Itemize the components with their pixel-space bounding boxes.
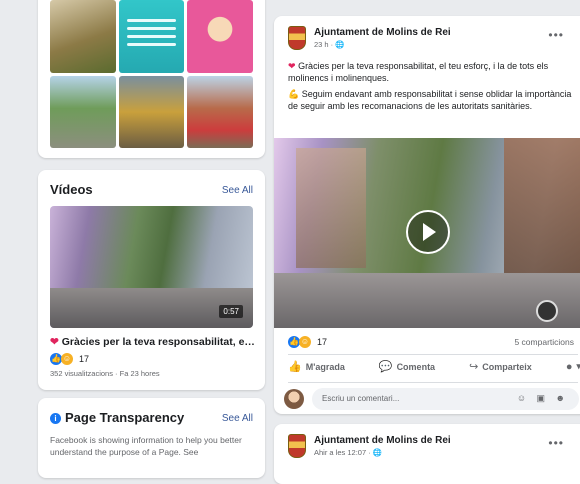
video-caption[interactable]: ❤ Gràcies per la teva responsabilitat, e… [50,336,255,348]
heart-icon: ❤ [50,336,59,348]
videos-see-all-link[interactable]: See All [222,185,253,196]
page-transparency-title: i Page Transparency [50,410,184,425]
comment-button[interactable]: 💬 Comenta [379,360,435,373]
video-duration: 0:57 [219,305,243,318]
photo-thumbnail[interactable] [118,0,185,73]
post-shares-count[interactable]: 5 comparticions [514,337,574,347]
post-reaction-count: 17 [317,337,328,347]
share-button[interactable]: ↪ Comparteix [469,360,532,373]
care-reaction-icon: ☺ [61,353,73,365]
transparency-text: Facebook is showing information to help … [50,435,242,457]
post-card: Ajuntament de Molins de Rei 23 h · 🌐 •••… [274,16,580,414]
play-icon[interactable] [406,210,450,254]
avatar-icon: ● [565,360,573,373]
care-reaction-icon: ☺ [299,336,311,348]
globe-icon: 🌐 [335,40,345,49]
post-reactions[interactable]: 👍 ☺ 17 [288,336,327,348]
post-timestamp[interactable]: Ahir a les 12:07 · 🌐 [314,448,382,457]
muscle-emoji-icon: 💪 [288,89,300,99]
post-actions: 👍 M'agrada 💬 Comenta ↪ Comparteix ● ▾ [288,360,580,374]
post-page-name[interactable]: Ajuntament de Molins de Rei [314,435,451,446]
post-video[interactable] [274,138,580,328]
share-icon: ↪ [469,361,479,373]
post-timestamp[interactable]: 23 h · 🌐 [314,40,345,49]
heart-icon: ❤ [288,61,296,71]
post-text: ❤ Gràcies per la teva responsabilitat, e… [288,61,572,111]
more-options-icon[interactable]: ••• [548,436,564,450]
thumbs-up-icon: 👍 [288,361,302,373]
page-crest-avatar[interactable] [288,434,306,458]
photo-grid [50,0,253,148]
chevron-down-icon: ▾ [576,361,580,371]
globe-icon: 🌐 [372,448,383,457]
reaction-selector-button[interactable]: ● ▾ [566,361,580,373]
video-thumbnail[interactable]: 0:57 [50,206,253,328]
videos-card: Vídeos See All 0:57 ❤ Gràcies per la tev… [38,170,265,390]
more-options-icon[interactable]: ••• [548,28,564,42]
photo-thumbnail[interactable] [187,75,253,148]
photo-thumbnail[interactable] [118,75,185,148]
page-transparency-card: i Page Transparency See All Facebook is s… [38,398,265,478]
photo-thumbnail[interactable] [187,0,253,73]
comment-input[interactable]: Escriu un comentari... ☺ ▣ ☻ [312,388,579,410]
post-card-2: Ajuntament de Molins de Rei Ahir a les 1… [274,424,580,484]
videos-title: Vídeos [50,182,93,197]
user-avatar[interactable] [284,389,304,409]
like-button[interactable]: 👍 M'agrada [288,360,345,373]
photos-card [38,0,265,158]
watermark-logo-icon [536,300,558,322]
transparency-see-all-link[interactable]: See All [222,413,253,424]
divider [288,382,578,383]
divider [288,354,578,355]
page-crest-avatar[interactable] [288,26,306,50]
video-reaction-count: 17 [79,354,90,364]
comment-icon: 💬 [378,361,393,373]
photo-thumbnail[interactable] [50,75,116,148]
video-reactions[interactable]: 👍 ☺ 17 [50,353,89,365]
video-views: 352 visualitzacions · Fa 23 hores [50,369,160,378]
comment-input-icons[interactable]: ☺ ▣ ☻ [517,393,569,404]
info-icon: i [50,413,61,424]
comment-row: Escriu un comentari... ☺ ▣ ☻ [284,388,579,410]
photo-thumbnail[interactable] [50,0,116,73]
post-page-name[interactable]: Ajuntament de Molins de Rei [314,27,451,38]
